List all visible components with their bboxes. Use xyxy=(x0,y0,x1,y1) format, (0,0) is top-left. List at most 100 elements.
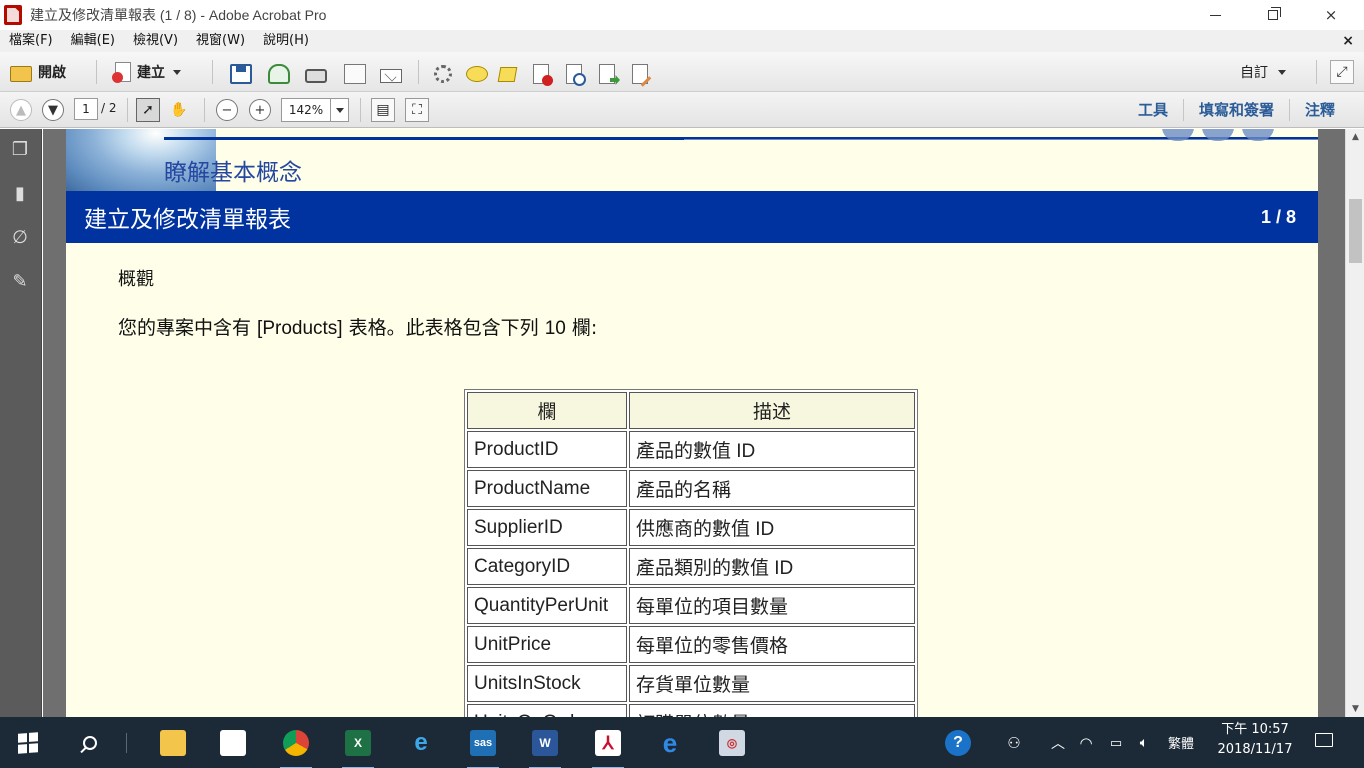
arrow-down-icon: ▼ xyxy=(48,102,58,118)
next-page-button[interactable]: ▼ xyxy=(42,99,64,121)
cloud-upload-icon xyxy=(268,64,290,84)
speaker-icon: 🔈︎ xyxy=(1139,735,1149,751)
close-icon: × xyxy=(1324,6,1338,24)
expand-icon: ⤢ xyxy=(1336,64,1348,80)
table-row: UnitsInStock 存貨單位數量 xyxy=(467,665,915,702)
acrobat-app-icon xyxy=(4,5,22,25)
chrome-taskbar-button[interactable] xyxy=(278,725,314,768)
chevron-up-icon: ︿ xyxy=(1051,736,1065,752)
clock-date: 2018/11/17 xyxy=(1217,742,1293,757)
hand-tool-button[interactable]: ✋ xyxy=(167,98,191,122)
minus-icon: − xyxy=(221,102,233,118)
highlight-icon xyxy=(497,66,518,82)
export-button[interactable] xyxy=(599,62,615,86)
edit-sign-button[interactable] xyxy=(344,62,366,86)
protect-button[interactable] xyxy=(566,62,586,86)
previous-page-button[interactable]: ▲ xyxy=(10,99,32,121)
fill-sign-pane-link[interactable]: 填寫和簽署 xyxy=(1182,99,1289,121)
volume-button[interactable]: 🔈︎ xyxy=(1126,725,1162,761)
export-icon xyxy=(599,64,615,84)
page-number-input[interactable]: 1 xyxy=(74,98,98,120)
document-viewer[interactable]: 瞭解基本概念 建立及修改清單報表 1 / 8 概觀 您的專案中含有 [Produ… xyxy=(43,129,1345,717)
toolbar-divider xyxy=(418,60,419,84)
start-button[interactable] xyxy=(10,725,46,761)
clock[interactable]: 下午 10:57 2018/11/17 xyxy=(1210,720,1300,760)
fill-form-button[interactable] xyxy=(632,62,648,86)
action-center-button[interactable] xyxy=(1312,728,1336,752)
zoom-value: 142% xyxy=(288,103,324,117)
wifi-icon: ◠ xyxy=(1079,734,1093,752)
print-button[interactable] xyxy=(305,62,327,86)
attachment-icon[interactable]: ∅ xyxy=(9,225,31,249)
scroll-down-icon[interactable]: ▼ xyxy=(1346,701,1364,717)
menu-window[interactable]: 視窗(W) xyxy=(187,30,254,52)
other-app-taskbar-button[interactable]: ◎ xyxy=(714,725,750,761)
intro-prefix: 您的專案中含有 xyxy=(118,317,258,339)
internet-explorer-taskbar-button[interactable]: e xyxy=(403,725,439,761)
input-method-indicator[interactable]: 繁體 xyxy=(1168,717,1194,768)
edge-taskbar-button[interactable]: e xyxy=(652,725,688,761)
help-tray-button[interactable]: ? xyxy=(940,725,976,761)
zoom-in-button[interactable]: + xyxy=(249,99,271,121)
close-window-button[interactable]: × xyxy=(1308,0,1354,30)
create-button[interactable]: 建立 xyxy=(112,60,181,84)
vertical-scrollbar[interactable]: ▲ ▼ xyxy=(1345,129,1364,717)
minimize-icon xyxy=(1209,14,1221,16)
menu-file[interactable]: 檔案(F) xyxy=(0,30,62,52)
tools-pane-link[interactable]: 工具 xyxy=(1123,99,1183,121)
comment-pane-link[interactable]: 注釋 xyxy=(1288,99,1350,121)
table-header-row: 欄 描述 xyxy=(467,392,915,429)
email-button[interactable] xyxy=(380,62,402,86)
redact-button[interactable] xyxy=(533,62,553,86)
people-icon: ⚇ xyxy=(1007,734,1021,752)
open-button[interactable]: 開啟 xyxy=(10,60,66,84)
full-screen-button[interactable]: ⤢ xyxy=(1330,60,1354,84)
signature-icon[interactable]: ✎ xyxy=(9,269,31,293)
search-icon xyxy=(83,736,97,750)
comment-button[interactable] xyxy=(466,62,488,86)
fit-page-button[interactable]: ▤ xyxy=(371,98,395,122)
task-pane-links: 工具 填寫和簽署 注釋 xyxy=(1123,92,1350,128)
excel-taskbar-button[interactable]: X xyxy=(340,725,376,768)
page-thumbnails-icon[interactable]: ❐ xyxy=(9,137,31,161)
fit-width-button[interactable]: ⛶ xyxy=(405,98,429,122)
page-total: / 2 xyxy=(101,101,117,115)
open-label: 開啟 xyxy=(38,65,66,81)
scroll-up-icon[interactable]: ▲ xyxy=(1346,129,1364,145)
zoom-select[interactable]: 142% xyxy=(281,98,349,122)
store-taskbar-button[interactable] xyxy=(215,725,251,761)
columns-table: 欄 描述 ProductID 產品的數值 ID ProductName 產品的名稱 Su… xyxy=(464,389,918,717)
minimize-button[interactable] xyxy=(1192,0,1238,30)
upload-button[interactable] xyxy=(268,62,290,86)
menu-edit[interactable]: 編輯(E) xyxy=(62,30,124,52)
customize-button[interactable]: 自訂 xyxy=(1240,62,1286,82)
restore-button[interactable] xyxy=(1250,0,1296,30)
save-button[interactable] xyxy=(230,62,252,86)
sas-taskbar-button[interactable]: sas xyxy=(465,725,501,768)
toolbar-divider xyxy=(1316,60,1317,84)
column-name-cell: QuantityPerUnit xyxy=(467,587,627,624)
comment-icon xyxy=(466,66,488,82)
settings-button[interactable] xyxy=(432,62,452,86)
acrobat-taskbar-button[interactable]: ⅄ xyxy=(590,725,626,768)
edge-icon: e xyxy=(662,727,678,758)
notification-icon xyxy=(1315,733,1333,747)
zoom-out-button[interactable]: − xyxy=(216,99,238,121)
word-taskbar-button[interactable]: W xyxy=(527,725,563,768)
scrollbar-thumb[interactable] xyxy=(1349,199,1362,263)
chrome-icon xyxy=(283,730,309,756)
highlight-button[interactable] xyxy=(497,62,518,86)
section-label: 瞭解基本概念 xyxy=(164,160,302,186)
search-button[interactable] xyxy=(72,725,108,761)
select-tool-button[interactable]: ➚ xyxy=(136,98,160,122)
intro-table-name: [Products] xyxy=(257,318,343,339)
restore-icon xyxy=(1268,7,1281,20)
internet-explorer-icon: e xyxy=(414,729,428,756)
close-document-button[interactable]: × xyxy=(1342,30,1354,52)
menu-view[interactable]: 檢視(V) xyxy=(124,30,187,52)
column-name-cell: SupplierID xyxy=(467,509,627,546)
menu-help[interactable]: 說明(H) xyxy=(254,30,318,52)
people-button[interactable]: ⚇ xyxy=(996,725,1032,761)
file-explorer-taskbar-button[interactable] xyxy=(155,725,191,761)
bookmark-icon[interactable]: ▮ xyxy=(9,181,31,205)
